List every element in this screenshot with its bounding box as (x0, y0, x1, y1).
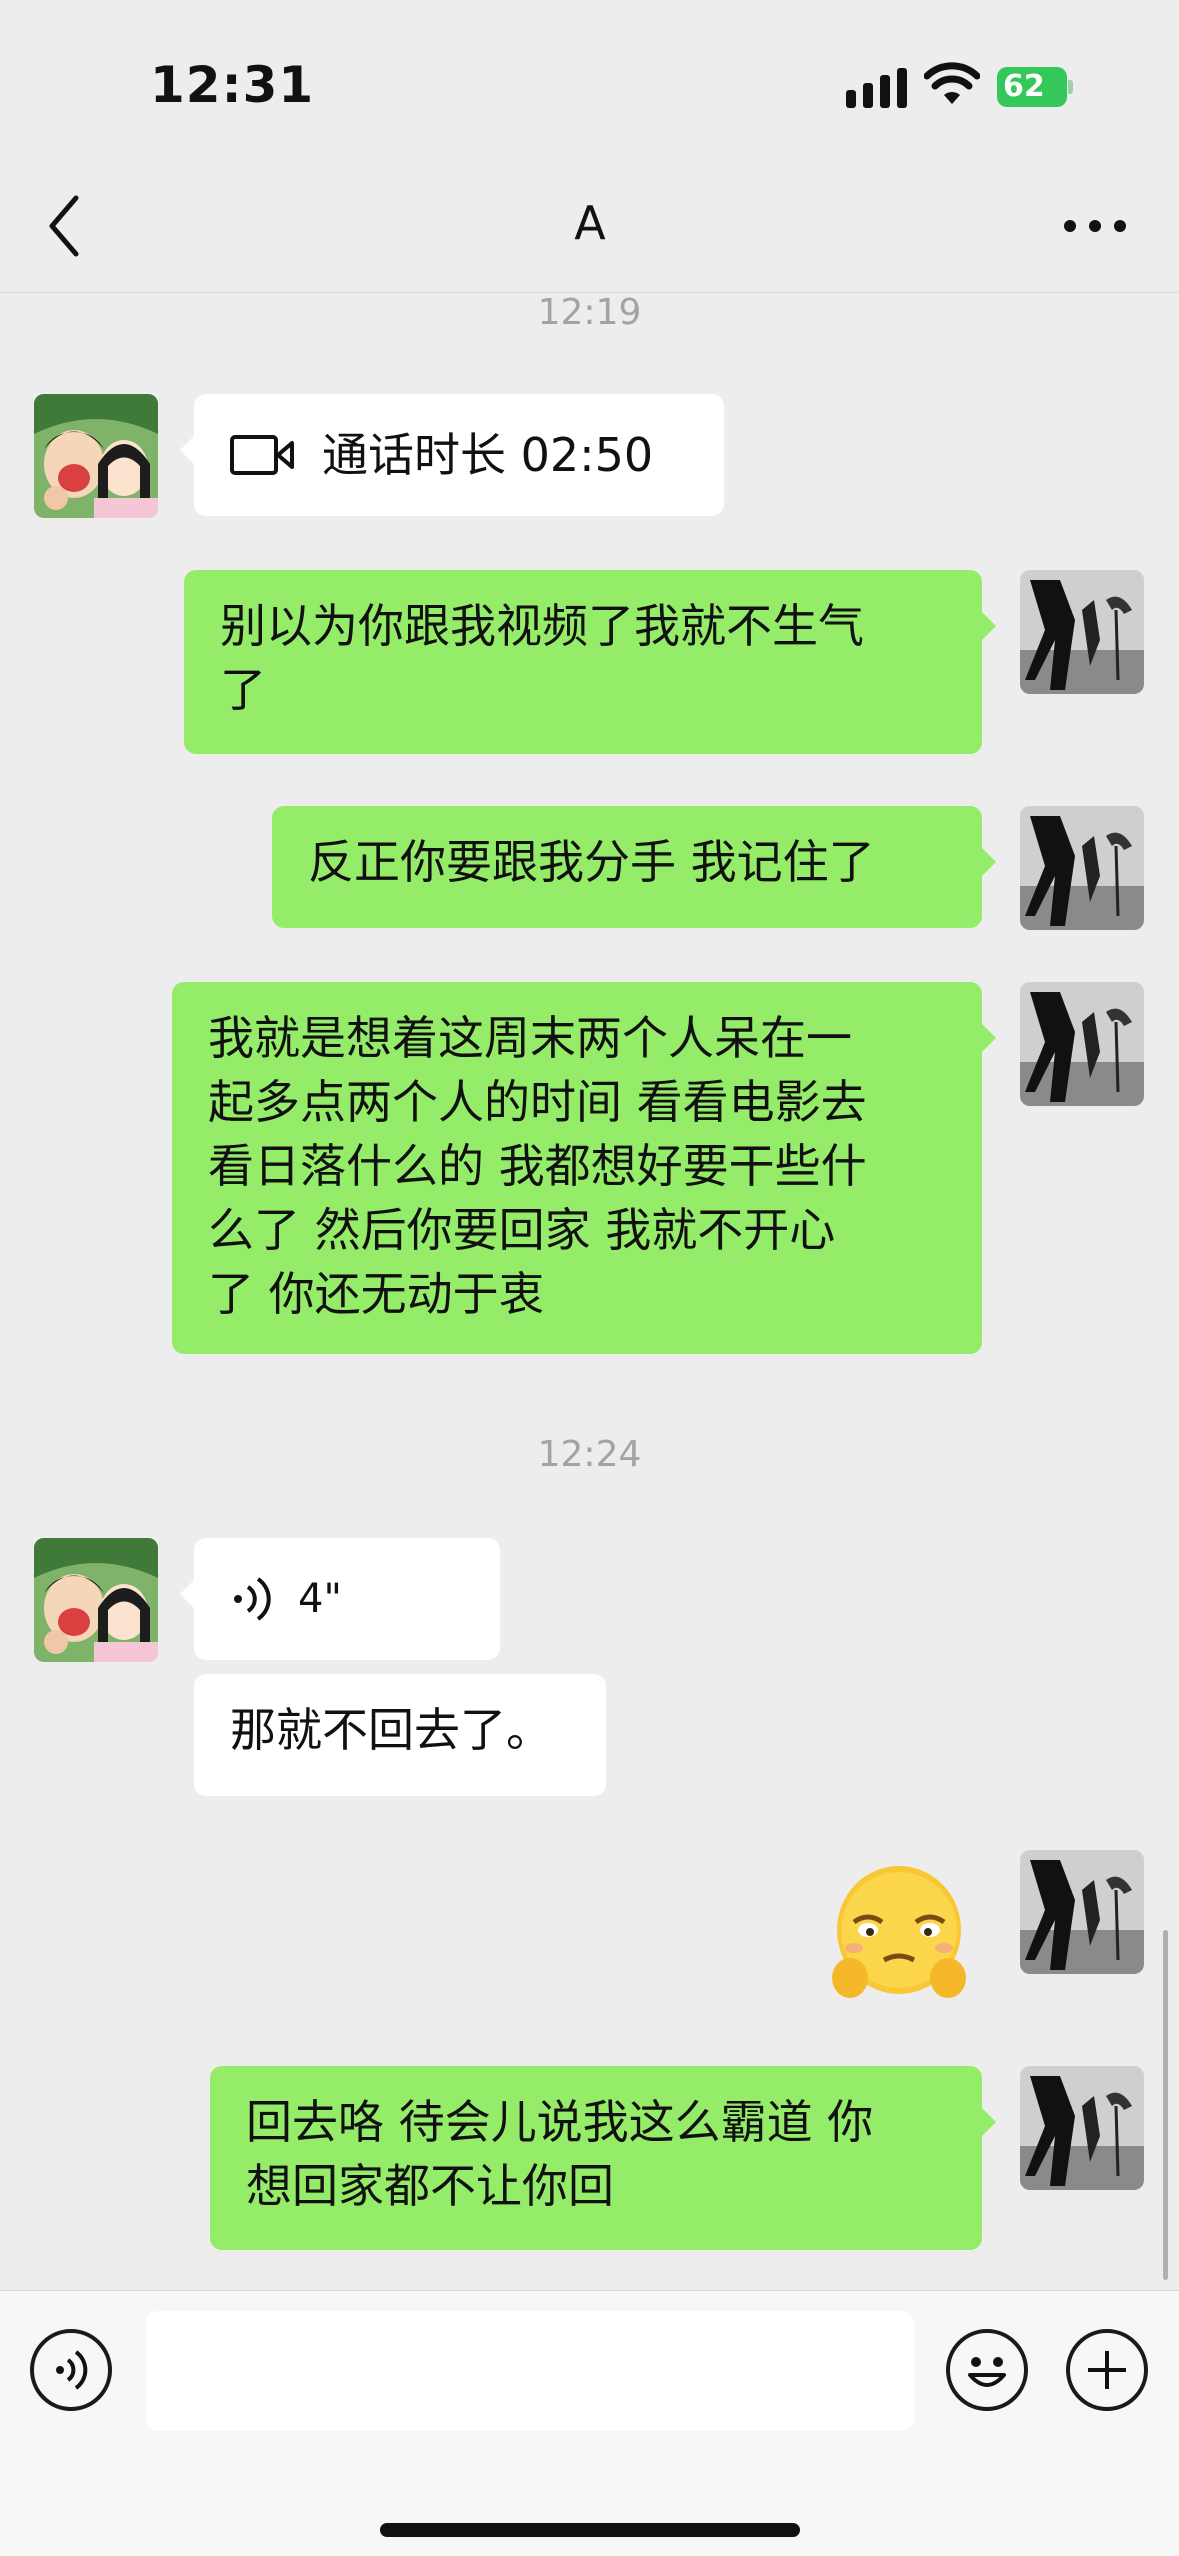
outgoing-message[interactable]: 我就是想着这周末两个人呆在一 起多点两个人的时间 看看电影去 看日落什么的 我都… (172, 982, 996, 1354)
emoji-icon[interactable] (946, 2329, 1028, 2411)
message-line: 想回家都不让你回 (246, 2159, 614, 2213)
message-timestamp: 12:24 (537, 1434, 642, 1475)
battery-charging-icon: 62 (997, 67, 1073, 107)
my-avatar[interactable] (1020, 2066, 1144, 2190)
message-line: 别以为你跟我视频了我就不生气 (220, 599, 864, 653)
outgoing-message[interactable]: 反正你要跟我分手 我记住了 (272, 806, 996, 928)
contact-avatar[interactable] (34, 1538, 158, 1662)
message-input[interactable] (146, 2311, 914, 2431)
call-duration-text: 通话时长 02:50 (322, 428, 654, 482)
message-line: 那就不回去了。 (230, 1703, 552, 1757)
message-line: 回去咯 待会儿说我这么霸道 你 (246, 2095, 874, 2149)
message-line: 了 你还无动于衷 (208, 1267, 545, 1321)
message-line: 起多点两个人的时间 看看电影去 (208, 1075, 867, 1129)
message-line: 我就是想着这周末两个人呆在一 (208, 1011, 852, 1065)
signal-icon (846, 68, 907, 108)
my-avatar[interactable] (1020, 570, 1144, 694)
tired-face-emoji-icon[interactable] (824, 1860, 974, 2010)
voice-message[interactable]: 4" (180, 1538, 500, 1660)
message-line: 看日落什么的 我都想好要干些什 (208, 1139, 867, 1193)
plus-icon[interactable] (1066, 2329, 1148, 2411)
video-camera-icon (230, 435, 294, 475)
voice-duration: 4" (298, 1576, 342, 1622)
outgoing-message[interactable]: 别以为你跟我视频了我就不生气 了 (184, 570, 996, 754)
outgoing-message[interactable]: 回去咯 待会儿说我这么霸道 你 想回家都不让你回 (210, 2066, 996, 2250)
scroll-indicator[interactable] (1163, 1930, 1168, 2280)
my-avatar[interactable] (1020, 1850, 1144, 1974)
incoming-message[interactable]: 那就不回去了。 (194, 1674, 606, 1796)
chat-screen: 12:31 62 A 12:19 通话时长 02:50 别以为你跟我视频了我就不… (0, 0, 1179, 2556)
chat-title: A (574, 196, 606, 250)
my-avatar[interactable] (1020, 806, 1144, 930)
contact-avatar[interactable] (34, 394, 158, 518)
message-line: 反正你要跟我分手 我记住了 (308, 835, 875, 889)
message-line: 么了 然后你要回家 我就不开心 (208, 1203, 836, 1257)
message-timestamp: 12:19 (537, 292, 642, 333)
voice-wave-icon (234, 1577, 271, 1621)
battery-level: 62 (997, 67, 1067, 107)
home-indicator[interactable] (380, 2523, 800, 2537)
wifi-icon (924, 62, 980, 104)
input-bar (0, 2290, 1179, 2556)
video-call-message[interactable]: 通话时长 02:50 (180, 394, 724, 516)
status-time: 12:31 (150, 56, 315, 114)
message-line: 了 (220, 663, 266, 717)
voice-input-icon[interactable] (30, 2329, 112, 2411)
my-avatar[interactable] (1020, 982, 1144, 1106)
chevron-left-icon[interactable] (40, 188, 90, 264)
more-dots-icon[interactable] (1060, 196, 1130, 256)
